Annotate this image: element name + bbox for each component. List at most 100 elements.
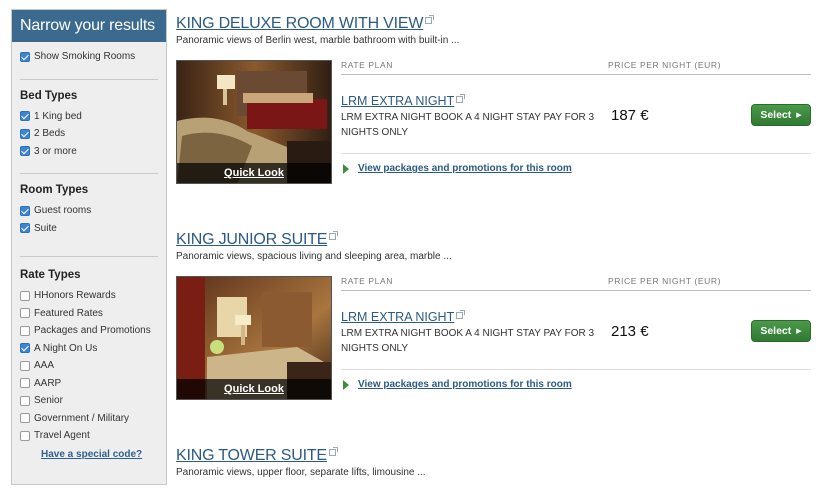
checkbox[interactable] [20,111,30,122]
filter-label: Packages and Promotions [34,325,151,337]
filter-sidebar: Narrow your results Show Smoking Rooms B… [11,9,167,485]
price: 213 € [611,323,649,340]
room-title-link[interactable]: KING JUNIOR SUITE [176,231,327,249]
filter-label: A Night On Us [34,342,98,354]
filter-label: Senior [34,395,63,407]
filter-hhonors[interactable]: HHonors Rewards [20,287,158,305]
filter-night-on-us[interactable]: A Night On Us [20,340,158,358]
divider [341,74,811,75]
select-label: Select [760,109,792,121]
checkbox[interactable] [20,51,30,62]
filter-label: HHonors Rewards [34,290,116,302]
divider [20,173,158,174]
room-description: Panoramic views, upper floor, separate l… [176,467,426,478]
room-title-link[interactable]: KING TOWER SUITE [176,447,327,465]
checkbox[interactable] [20,395,30,406]
filter-label: Suite [34,222,57,234]
packages-link-text: View packages and promotions for this ro… [358,379,572,390]
sidebar-header: Narrow your results [12,10,166,42]
checkbox[interactable] [20,146,30,157]
filter-senior[interactable]: Senior [20,392,158,410]
chevron-right-icon: ▶ [796,328,802,335]
rate-plan-name: LRM EXTRA NIGHT [341,94,455,108]
rate-plan-link[interactable]: LRM EXTRA NIGHT [341,310,466,324]
checkbox[interactable] [20,325,30,336]
filter-packages[interactable]: Packages and Promotions [20,322,158,340]
rate-plan-header: RATE PLAN [341,60,394,70]
checkbox[interactable] [20,360,30,371]
filter-label: AARP [34,377,62,389]
filter-government[interactable]: Government / Military [20,410,158,428]
room-card-king-deluxe: KING DELUXE ROOM WITH VIEW Panoramic vie… [176,15,816,186]
room-title-link[interactable]: KING DELUXE ROOM WITH VIEW [176,15,423,33]
external-link-icon [328,447,338,456]
divider [341,369,811,370]
checkbox[interactable] [20,308,30,319]
play-triangle-icon [343,379,349,390]
view-packages-link[interactable]: View packages and promotions for this ro… [343,163,572,174]
filter-label: 2 Beds [34,128,66,140]
checkbox[interactable] [20,343,30,354]
room-card-king-tower-suite: KING TOWER SUITE Panoramic views, upper … [176,447,816,478]
room-card-king-junior-suite: KING JUNIOR SUITE Panoramic views, spaci… [176,231,816,402]
rate-plan-description: LRM EXTRA NIGHT BOOK A 4 NIGHT STAY PAY … [341,328,595,354]
filter-king-bed[interactable]: 1 King bed [20,108,158,126]
price: 187 € [611,107,649,124]
select-button[interactable]: Select ▶ [751,320,811,342]
checkbox[interactable] [20,290,30,301]
quick-look-button[interactable]: Quick Look [177,163,331,183]
filter-label: Government / Military [34,412,130,424]
filter-label: 3 or more [34,145,77,157]
checkbox[interactable] [20,205,30,216]
filter-label: Featured Rates [34,307,103,319]
filter-label: Travel Agent [34,430,90,442]
rate-plan-header: RATE PLAN [341,276,394,286]
price-header: PRICE PER NIGHT (EUR) [608,276,722,286]
divider [20,78,158,80]
play-triangle-icon [343,163,349,174]
room-description: Panoramic views, spacious living and sle… [176,251,452,262]
select-button[interactable]: Select ▶ [751,104,811,126]
filter-smoking[interactable]: Show Smoking Rooms [20,48,158,66]
divider [341,153,811,154]
divider [341,290,811,291]
filter-suite[interactable]: Suite [20,220,158,238]
room-types-title: Room Types [20,184,89,196]
rate-plan-description: LRM EXTRA NIGHT BOOK A 4 NIGHT STAY PAY … [341,112,595,138]
external-link-icon [425,15,435,24]
rate-plan-link[interactable]: LRM EXTRA NIGHT [341,94,466,108]
filter-2-beds[interactable]: 2 Beds [20,125,158,143]
price-header: PRICE PER NIGHT (EUR) [608,60,722,70]
external-link-icon [456,94,466,103]
checkbox[interactable] [20,430,30,441]
filter-3-or-more[interactable]: 3 or more [20,143,158,161]
filter-label: Guest rooms [34,205,92,217]
filter-label: AAA [34,360,55,372]
room-photo[interactable]: Quick Look [176,60,332,184]
room-description: Panoramic views of Berlin west, marble b… [176,35,460,46]
checkbox[interactable] [20,223,30,234]
filter-featured-rates[interactable]: Featured Rates [20,305,158,323]
divider [20,256,158,257]
view-packages-link[interactable]: View packages and promotions for this ro… [343,379,572,390]
checkbox[interactable] [20,378,30,389]
rate-plan-name: LRM EXTRA NIGHT [341,310,455,324]
select-label: Select [760,325,792,337]
filter-label: 1 King bed [34,110,82,122]
checkbox[interactable] [20,413,30,424]
room-photo[interactable]: Quick Look [176,276,332,400]
bed-types-title: Bed Types [20,89,78,102]
filter-aaa[interactable]: AAA [20,357,158,375]
rate-types-title: Rate Types [20,269,81,281]
packages-link-text: View packages and promotions for this ro… [358,163,572,174]
checkbox[interactable] [20,128,30,139]
quick-look-button[interactable]: Quick Look [177,379,331,399]
special-code-link[interactable]: Have a special code? [41,449,158,460]
external-link-icon [329,231,339,240]
external-link-icon [456,310,466,319]
filter-label: Show Smoking Rooms [34,51,136,63]
filter-aarp[interactable]: AARP [20,375,158,393]
filter-travel-agent[interactable]: Travel Agent [20,427,158,445]
chevron-right-icon: ▶ [796,112,802,119]
filter-guest-rooms[interactable]: Guest rooms [20,202,158,220]
